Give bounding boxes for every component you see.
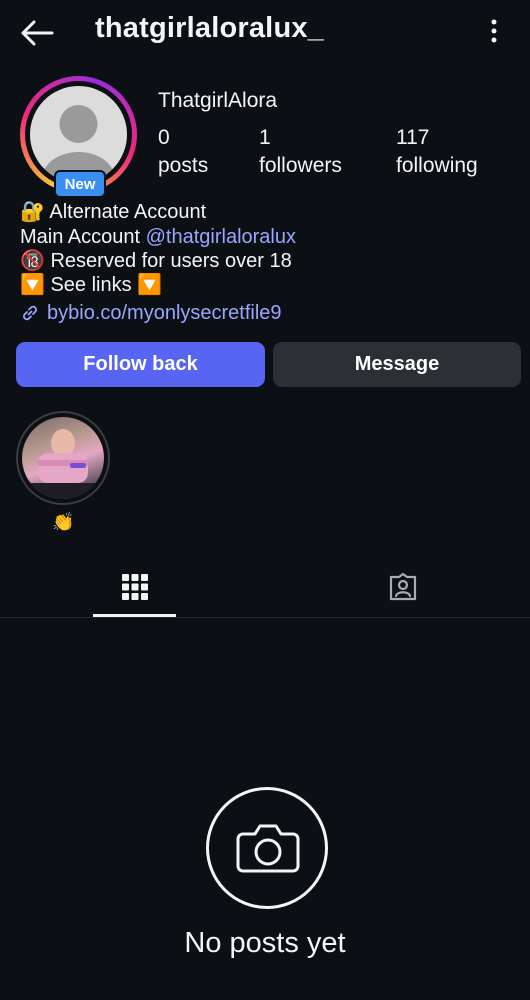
bio-line-1: 🔐 Alternate Account [20, 201, 207, 223]
back-arrow-icon[interactable] [20, 18, 54, 48]
bio-line-2: Main Account @thatgirlaloralux [20, 226, 296, 248]
lock-key-emoji: 🔐 [20, 201, 45, 223]
story-highlight-thumbnail[interactable] [22, 417, 104, 499]
message-button[interactable]: Message [273, 342, 521, 387]
highlight-caption: 👏 [52, 512, 75, 532]
posts-label: posts [158, 154, 209, 177]
new-badge: New [54, 170, 106, 198]
followers-label[interactable]: followers [259, 154, 342, 178]
following-label[interactable]: following [396, 154, 478, 178]
no-posts-text: No posts yet [184, 927, 346, 959]
down-button-emoji: 🔽 [20, 274, 45, 296]
profile-username: thatgirlaloralux_ [95, 12, 325, 44]
tagged-person-icon[interactable] [388, 572, 418, 602]
followers-count[interactable]: 1 [259, 126, 271, 150]
grid-icon[interactable] [122, 574, 148, 600]
no-under-18-emoji: 🔞 [20, 250, 45, 272]
link-icon [23, 305, 37, 321]
more-vertical-icon[interactable] [482, 18, 506, 44]
avatar[interactable] [30, 86, 127, 183]
down-button-emoji: 🔽 [137, 274, 163, 296]
bio-link[interactable]: bybio.co/myonlysecretfile9 [20, 301, 282, 325]
divider [0, 617, 530, 618]
display-name: ThatgirlAlora [158, 89, 278, 112]
default-avatar-icon [42, 105, 115, 183]
threads-mention-link[interactable]: @thatgirlaloralux [146, 226, 296, 248]
camera-icon [236, 824, 300, 873]
bio-line-4: 🔽 See links 🔽 [20, 274, 163, 296]
follow-back-button[interactable]: Follow back [16, 342, 265, 387]
following-count[interactable]: 117 [396, 126, 429, 150]
bio-line-3: 🔞 Reserved for users over 18 [20, 250, 292, 272]
posts-count: 0 [158, 126, 170, 149]
